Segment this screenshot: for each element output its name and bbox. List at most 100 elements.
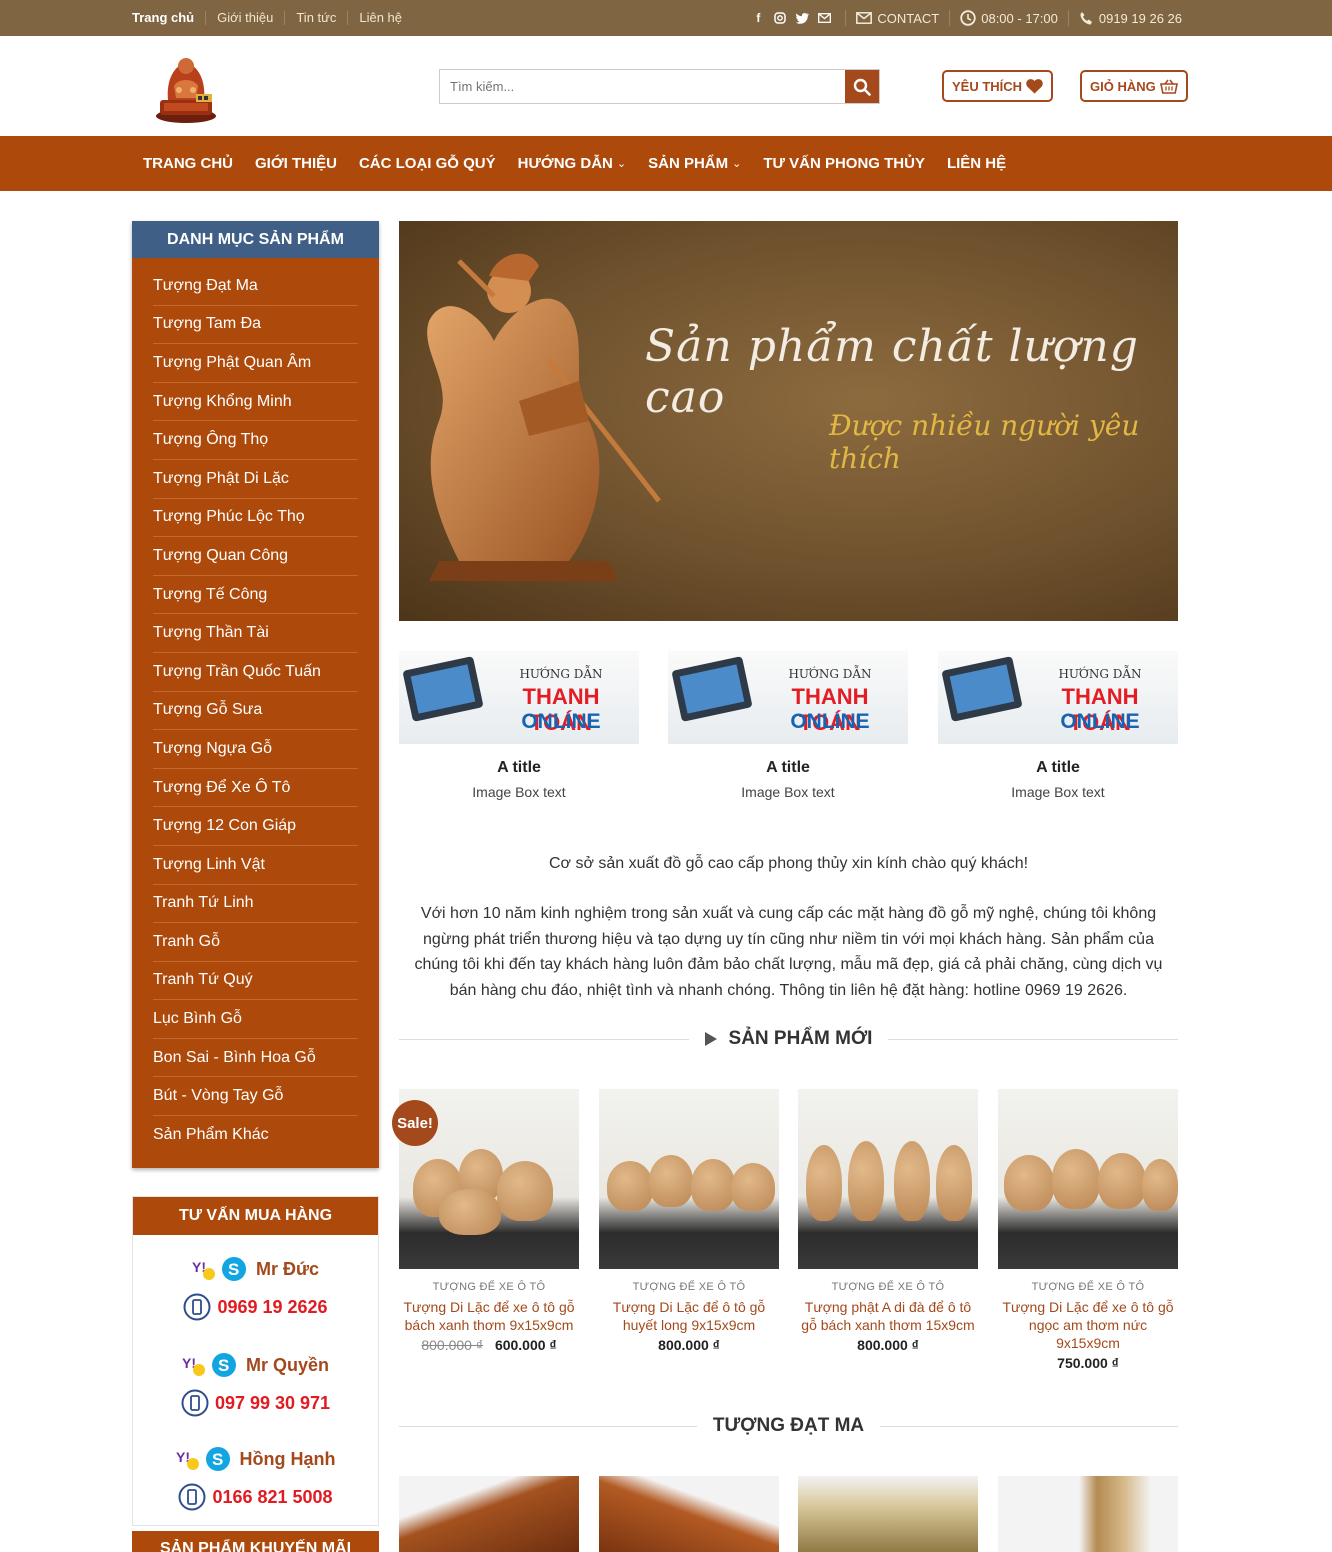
category-item[interactable]: Tượng Khổng Minh [153, 383, 358, 422]
top-link-home[interactable]: Trang chủ [132, 11, 205, 25]
product-image [798, 1089, 978, 1269]
category-item[interactable]: Sản Phẩm Khác [153, 1116, 358, 1155]
svg-text:S: S [218, 1356, 229, 1375]
category-item[interactable]: Tượng Phật Di Lặc [153, 460, 358, 499]
category-item[interactable]: Tượng Để Xe Ô Tô [153, 769, 358, 808]
product-name[interactable]: Tượng Di Lặc để xe ô tô gỗ bách xanh thơ… [399, 1298, 579, 1334]
category-item[interactable]: Tranh Gỗ [153, 923, 358, 962]
product-category[interactable]: TƯỢNG ĐỂ XE Ô TÔ [998, 1281, 1178, 1293]
site-header: YÊU THÍCH GIỎ HÀNG [0, 36, 1332, 136]
facebook-icon[interactable]: f [747, 11, 769, 25]
nav-item-about[interactable]: GIỚI THIỆU [255, 155, 337, 172]
nav-item-products[interactable]: SẢN PHẨM ⌄ [648, 155, 741, 172]
category-item[interactable]: Bon Sai - Bình Hoa Gỗ [153, 1039, 358, 1078]
category-item[interactable]: Tượng 12 Con Giáp [153, 807, 358, 846]
divider [888, 1038, 1178, 1040]
cart-label: GIỎ HÀNG [1090, 78, 1156, 94]
basket-icon [1159, 79, 1178, 94]
contact-phone-row[interactable]: 097 99 30 971 [133, 1389, 378, 1417]
category-item[interactable]: Tượng Phúc Lộc Thọ [153, 499, 358, 538]
product-card[interactable]: TƯỢNG ĐỂ XE Ô TÔ Tượng Di Lặc để xe ô tô… [998, 1089, 1178, 1371]
top-links: Trang chủ Giới thiệu Tin tức Liên hệ [132, 0, 413, 36]
image-box[interactable]: HƯỚNG DẪN THANH TOÁN ONLINE A title Imag… [938, 651, 1178, 800]
product-image[interactable] [998, 1476, 1178, 1552]
banner-headline: Sản phẩm chất lượng cao [645, 321, 1139, 423]
logo[interactable] [148, 50, 224, 126]
category-item[interactable]: Tượng Tế Công [153, 576, 358, 615]
product-image[interactable] [399, 1476, 579, 1552]
search-icon [853, 78, 871, 96]
category-item[interactable]: Tượng Trần Quốc Tuấn [153, 653, 358, 692]
category-item[interactable]: Tượng Quan Công [153, 537, 358, 576]
nav-item-contact[interactable]: LIÊN HỆ [947, 155, 1006, 172]
nav-item-home[interactable]: TRANG CHỦ [143, 155, 233, 172]
top-link-news[interactable]: Tin tức [284, 11, 347, 25]
product-image[interactable] [798, 1476, 978, 1552]
contact-card: Y! S Mr Quyền 097 99 30 971 [133, 1351, 378, 1417]
contact-phone: 0969 19 2626 [217, 1296, 328, 1317]
product-category[interactable]: TƯỢNG ĐỂ XE Ô TÔ [599, 1281, 779, 1293]
top-link-contact[interactable]: Liên hệ [347, 11, 413, 25]
category-item[interactable]: Tượng Thần Tài [153, 614, 358, 653]
product-price: 800.000 ₫ 600.000 ₫ [399, 1337, 579, 1353]
divider [399, 1038, 689, 1040]
image-subtitle: ONLINE [1060, 710, 1140, 733]
image-box[interactable]: HƯỚNG DẪN THANH TOÁN ONLINE A title Imag… [399, 651, 639, 800]
nav-label: SẢN PHẨM [648, 155, 729, 172]
image-subtitle: ONLINE [521, 710, 601, 733]
messenger-icon[interactable]: Y! S [192, 1255, 250, 1283]
image-box-text: Image Box text [741, 784, 835, 800]
cart-button[interactable]: GIỎ HÀNG [1080, 70, 1188, 102]
messenger-icon[interactable]: Y! S [176, 1445, 234, 1473]
contact-phone-row[interactable]: 0969 19 2626 [133, 1293, 378, 1321]
product-image[interactable] [599, 1476, 779, 1552]
category-item[interactable]: Tranh Tứ Quý [153, 962, 358, 1001]
category-item[interactable]: Tượng Gỗ Sưa [153, 692, 358, 731]
messenger-icon[interactable]: Y! S [182, 1351, 240, 1379]
product-category[interactable]: TƯỢNG ĐỂ XE Ô TÔ [399, 1281, 579, 1293]
top-bar: Trang chủ Giới thiệu Tin tức Liên hệ f C… [0, 0, 1332, 36]
search-button[interactable] [845, 70, 879, 103]
clock-icon [960, 10, 976, 26]
product-name[interactable]: Tượng Di Lặc để xe ô tô gỗ ngọc am thơm … [998, 1298, 1178, 1352]
divider [949, 10, 951, 26]
opening-hours: 08:00 - 17:00 [960, 10, 1058, 26]
nav-item-woods[interactable]: CÁC LOẠI GỖ QUÝ [359, 155, 496, 172]
mail-icon[interactable] [813, 13, 835, 23]
twitter-icon[interactable] [791, 12, 813, 24]
tablet-image [941, 656, 1023, 722]
product-category[interactable]: TƯỢNG ĐỂ XE Ô TÔ [798, 1281, 978, 1293]
nav-item-guide[interactable]: HƯỚNG DẪN ⌄ [518, 155, 626, 172]
contact-phone-row[interactable]: 0166 821 5008 [133, 1483, 378, 1511]
section-title: TƯỢNG ĐẠT MA [697, 1415, 880, 1437]
purchase-advice-box: TƯ VẤN MUA HÀNG Y! S Mr Đức 0969 19 2626 … [132, 1196, 379, 1526]
product-name[interactable]: Tượng phật A di đà để ô tô gỗ bách xanh … [798, 1298, 978, 1334]
hero-banner[interactable]: Sản phẩm chất lượng cao Được nhiều người… [399, 221, 1178, 621]
category-item[interactable]: Tượng Linh Vật [153, 846, 358, 885]
category-item[interactable]: Tượng Ông Thọ [153, 421, 358, 460]
category-item[interactable]: Tượng Ngựa Gỗ [153, 730, 358, 769]
product-card[interactable]: TƯỢNG ĐỂ XE Ô TÔ Tượng phật A di đà để ô… [798, 1089, 978, 1353]
category-item[interactable]: Tranh Tứ Linh [153, 885, 358, 924]
search-input[interactable] [440, 70, 845, 103]
product-card[interactable]: TƯỢNG ĐỂ XE Ô TÔ Tượng Di Lặc để ô tô gỗ… [599, 1089, 779, 1353]
top-contact-info: f CONTACT 08:00 - 17:00 0919 19 26 26 [747, 0, 1182, 36]
category-list: Tượng Đạt Ma Tượng Tam Đa Tượng Phật Quan … [132, 258, 379, 1155]
tablet-image [671, 656, 753, 722]
category-item[interactable]: Tượng Đạt Ma [153, 267, 358, 306]
divider [1067, 10, 1069, 26]
category-item[interactable]: Tượng Tam Đa [153, 306, 358, 345]
image-box[interactable]: HƯỚNG DẪN THANH TOÁN ONLINE A title Imag… [668, 651, 908, 800]
promo-title: SẢN PHẨM KHUYẾN MÃI [132, 1531, 379, 1552]
nav-item-fengshui[interactable]: TƯ VẤN PHONG THỦY [763, 155, 925, 172]
category-item[interactable]: Lục Bình Gỗ [153, 1000, 358, 1039]
top-link-about[interactable]: Giới thiệu [205, 11, 284, 25]
category-item[interactable]: Tượng Phật Quan Âm [153, 344, 358, 383]
product-name[interactable]: Tượng Di Lặc để ô tô gỗ huyết long 9x15x… [599, 1298, 779, 1334]
contact-name: Mr Quyền [245, 1354, 329, 1375]
instagram-icon[interactable] [769, 12, 791, 24]
wishlist-button[interactable]: YÊU THÍCH [942, 70, 1054, 102]
contact-link[interactable]: CONTACT [856, 11, 939, 26]
phone-link[interactable]: 0919 19 26 26 [1079, 11, 1182, 26]
category-item[interactable]: Bút - Vòng Tay Gỗ [153, 1077, 358, 1117]
